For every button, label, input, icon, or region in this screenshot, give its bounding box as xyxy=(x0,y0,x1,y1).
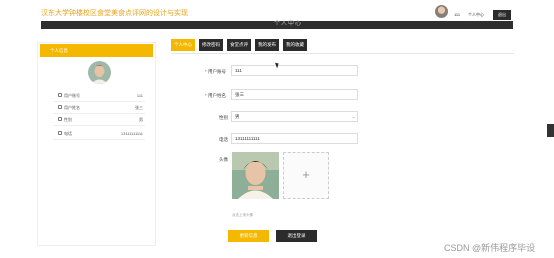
phone-input[interactable] xyxy=(231,133,358,144)
info-row-gender: 性别 男 xyxy=(53,115,145,126)
user-icon xyxy=(58,105,62,109)
site-title[interactable]: 汉东大学钟楼校区食堂美食点评网的设计与实现 xyxy=(41,8,188,18)
upload-hint: 点击上传头像 xyxy=(232,213,253,217)
sidebar-header: 个人信息 xyxy=(40,44,153,57)
name-label: * 用户姓名 xyxy=(205,93,227,98)
chevron-down-icon: ⌄ xyxy=(352,114,356,119)
logout-account-button[interactable]: 退出登录 xyxy=(276,230,317,242)
user-name: 111 xyxy=(454,12,461,17)
avatar-photo[interactable] xyxy=(232,152,279,199)
info-value: 111 xyxy=(136,93,143,98)
info-row-account: 用户账号 111 xyxy=(53,91,145,102)
sidebar-title: 个人信息 xyxy=(50,48,68,53)
name-input[interactable] xyxy=(231,89,358,100)
info-label: 性别 xyxy=(64,117,72,122)
tab-change-password[interactable]: 修改密码 xyxy=(199,39,223,51)
info-row-name: 用户姓名 张三 xyxy=(53,103,145,114)
info-value: 张三 xyxy=(135,105,143,110)
logout-button[interactable]: 退出 xyxy=(493,10,511,20)
avatar-label: 头像 xyxy=(219,157,228,162)
tab-my-favorites[interactable]: 我的收藏 xyxy=(283,39,307,51)
mouse-cursor-icon xyxy=(275,61,280,69)
upload-avatar-button[interactable]: + xyxy=(283,152,329,199)
tab-canteen-reviews[interactable]: 食堂点评 xyxy=(227,39,251,51)
info-label: 用户账号 xyxy=(64,93,80,98)
gender-select[interactable]: 男 xyxy=(231,111,358,122)
page-banner: 个人中心 xyxy=(41,21,513,29)
info-label: 电话 xyxy=(64,131,72,136)
user-icon xyxy=(58,93,62,97)
info-value: 13111111111 xyxy=(120,131,143,136)
banner-text: 个人中心 xyxy=(274,21,303,27)
update-info-button[interactable]: 更新信息 xyxy=(228,230,269,242)
scroll-handle[interactable] xyxy=(547,124,554,137)
phone-label: 电话 xyxy=(219,137,228,142)
personal-center-link[interactable]: 个人中心 xyxy=(468,12,484,18)
account-label: * 用户账号 xyxy=(205,69,227,74)
tab-personal-center[interactable]: 个人中心 xyxy=(171,39,195,51)
info-label: 用户姓名 xyxy=(64,105,80,110)
account-input[interactable] xyxy=(231,65,358,76)
plus-icon: + xyxy=(302,167,310,182)
phone-icon xyxy=(58,131,62,135)
profile-avatar xyxy=(88,61,111,84)
tab-divider xyxy=(171,53,514,54)
tab-my-posts[interactable]: 我的发布 xyxy=(255,39,279,51)
user-avatar[interactable] xyxy=(435,5,448,18)
profile-sidebar: 个人信息 用户账号 111 用户姓名 张三 性别 男 电话 1311111111… xyxy=(37,42,156,246)
info-value: 男 xyxy=(139,117,143,122)
gender-icon xyxy=(58,117,62,121)
gender-label: 性别 xyxy=(219,115,228,120)
watermark: CSDN @新伟程序毕设 xyxy=(444,243,536,253)
info-row-phone: 电话 13111111111 xyxy=(53,129,145,140)
